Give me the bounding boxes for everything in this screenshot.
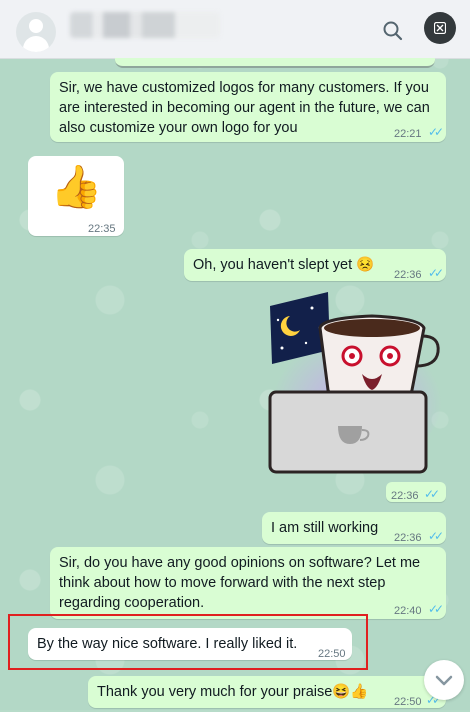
scroll-down-button[interactable] <box>424 660 464 700</box>
read-receipt-icon: ✓✓ <box>424 487 440 501</box>
highlight-box <box>8 614 368 670</box>
message-incoming-emoji[interactable]: 👍 22:35 <box>28 156 124 236</box>
message-time: 22:35 <box>88 223 116 235</box>
search-icon[interactable] <box>380 18 406 44</box>
message-outgoing[interactable]: Sir, we have customized logos for many c… <box>50 72 446 142</box>
message-outgoing[interactable]: I am still working 22:36 ✓✓ <box>262 512 446 544</box>
read-receipt-icon: ✓✓ <box>428 602 444 616</box>
read-receipt-icon: ✓✓ <box>428 266 444 280</box>
sticker-timestamp: 22:36 ✓✓ <box>386 482 446 502</box>
message-outgoing[interactable]: Oh, you haven't slept yet 😣 22:36 ✓✓ <box>184 249 446 281</box>
message-time: 22:36 <box>394 269 422 281</box>
message-text: I am still working <box>271 520 379 536</box>
contact-name[interactable]: ▒▒▒▒ ▒▒▒▒ <box>70 12 220 38</box>
message-outgoing[interactable]: Sir, do you have any good opinions on so… <box>50 547 446 619</box>
message-text: Oh, you haven't slept yet 😣 <box>193 257 375 273</box>
read-receipt-icon: ✓✓ <box>428 125 444 139</box>
message-time: 22:21 <box>394 128 422 140</box>
read-receipt-icon: ✓✓ <box>428 529 444 543</box>
message-time: 22:36 <box>394 532 422 544</box>
chat-header: ▒▒▒▒ ▒▒▒▒ <box>0 0 470 59</box>
message-time: 22:40 <box>394 605 422 617</box>
coffee-cup-laptop-sticker[interactable] <box>262 288 446 478</box>
avatar[interactable] <box>16 12 56 52</box>
thumbs-up-emoji: 👍 <box>50 163 103 210</box>
message-outgoing[interactable]: Thank you very much for your praise😆👍 22… <box>88 676 446 708</box>
chevron-down-icon <box>435 675 453 686</box>
message-text: Sir, we have customized logos for many c… <box>59 80 430 136</box>
close-icon[interactable] <box>424 12 456 44</box>
previous-message-edge <box>115 58 435 68</box>
message-time: 22:50 <box>394 696 422 708</box>
message-text: Thank you very much for your praise😆👍 <box>97 684 369 700</box>
message-text: Sir, do you have any good opinions on so… <box>59 555 421 611</box>
